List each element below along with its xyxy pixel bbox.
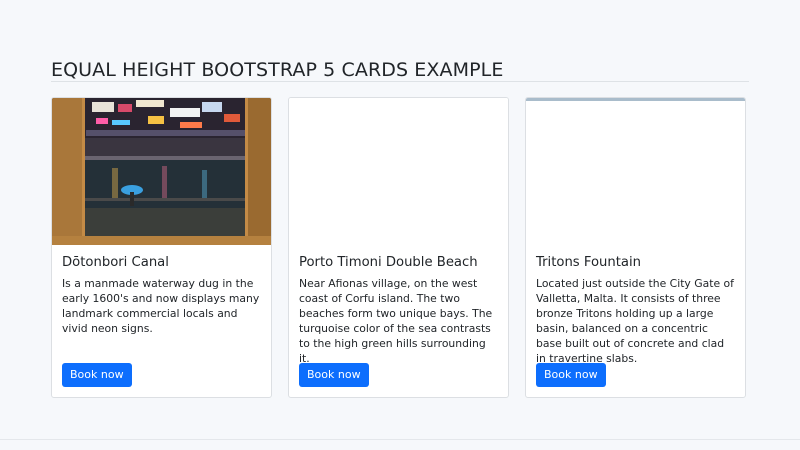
book-now-button[interactable]: Book now	[299, 363, 369, 387]
card-dotonbori: Dōtonbori Canal Is a manmade waterway du…	[51, 97, 272, 398]
page-title: EQUAL HEIGHT BOOTSTRAP 5 CARDS EXAMPLE	[51, 59, 504, 81]
card-tritons-fountain: Tritons Fountain Located just outside th…	[525, 97, 746, 398]
card-title: Porto Timoni Double Beach	[299, 255, 478, 270]
canal-photo-image	[52, 98, 271, 245]
card-image-porto-timoni	[289, 98, 508, 245]
card-image-tritons-fountain	[526, 98, 745, 245]
footer-divider	[0, 439, 800, 440]
main-container: EQUAL HEIGHT BOOTSTRAP 5 CARDS EXAMPLE D…	[51, 57, 749, 398]
card-text: Is a manmade waterway dug in the early 1…	[62, 277, 260, 335]
card-porto-timoni: Porto Timoni Double Beach Near Afionas v…	[288, 97, 509, 398]
card-image-dotonbori	[52, 98, 271, 245]
book-now-button[interactable]: Book now	[62, 363, 132, 387]
card-text: Near Afionas village, on the west coast …	[299, 277, 493, 365]
card-title: Tritons Fountain	[536, 255, 642, 270]
cards-row: Dōtonbori Canal Is a manmade waterway du…	[51, 97, 749, 398]
book-now-button[interactable]: Book now	[536, 363, 606, 387]
card-text: Located just outside the City Gate of Va…	[536, 277, 734, 365]
card-title: Dōtonbori Canal	[62, 255, 169, 270]
